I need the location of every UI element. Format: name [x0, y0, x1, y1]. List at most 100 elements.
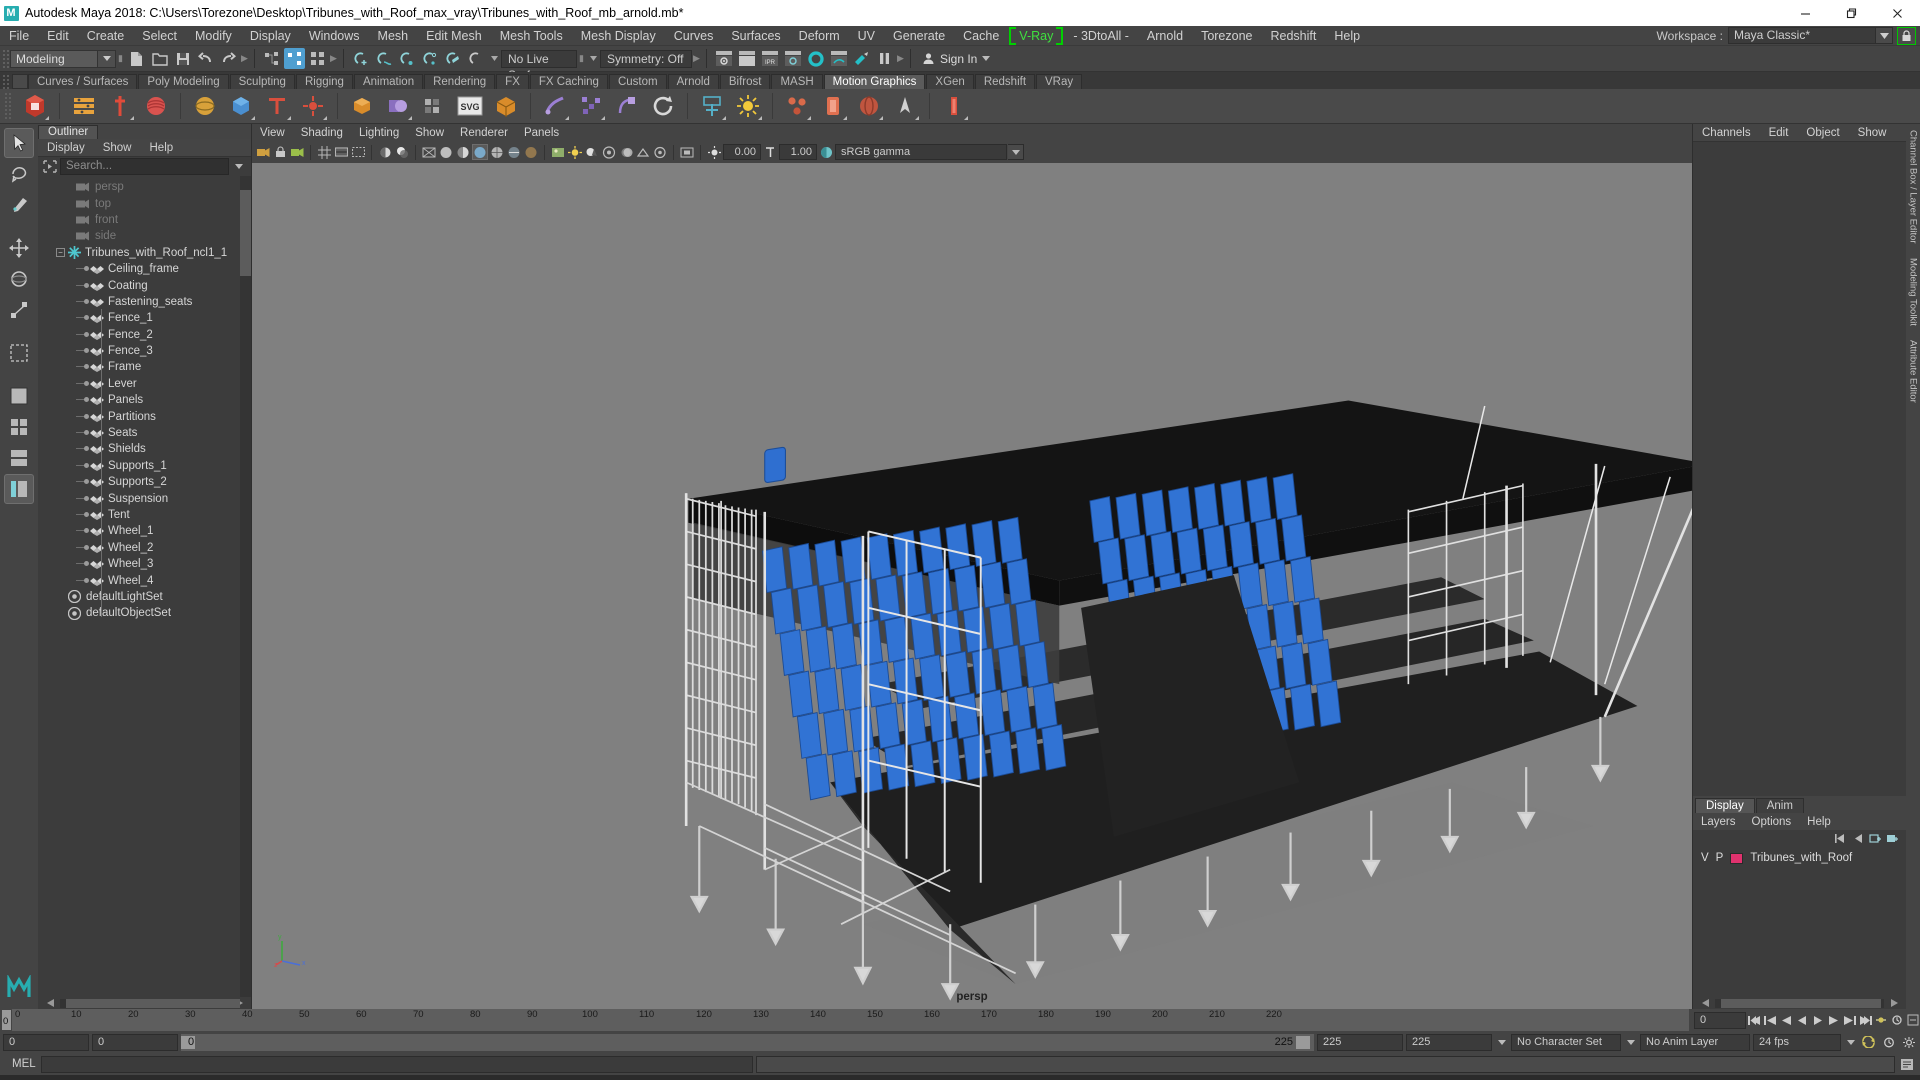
- tab-edit[interactable]: Edit: [1760, 127, 1798, 139]
- menuset-select[interactable]: Modeling: [10, 49, 98, 68]
- rendering-flags-icon[interactable]: [851, 48, 872, 69]
- boolean-icon[interactable]: [382, 90, 414, 122]
- shelf-tab-poly-modeling[interactable]: Poly Modeling: [138, 74, 229, 89]
- layer-scroll-track[interactable]: [1715, 998, 1884, 1008]
- outliner-layout-icon[interactable]: [4, 474, 34, 504]
- xray-joints-icon[interactable]: [523, 144, 539, 160]
- auto-keyframe-icon[interactable]: [1874, 1012, 1888, 1029]
- outliner-search-chevron-icon[interactable]: [229, 158, 249, 175]
- menu-mesh[interactable]: Mesh: [369, 26, 418, 46]
- two-pane-layout-icon[interactable]: [4, 443, 34, 473]
- menu-select[interactable]: Select: [133, 26, 186, 46]
- vtab-attribute-editor[interactable]: Attribute Editor: [1908, 340, 1919, 403]
- menu-mesh-display[interactable]: Mesh Display: [572, 26, 665, 46]
- texture-display-icon[interactable]: [550, 144, 566, 160]
- tab-channels[interactable]: Channels: [1693, 127, 1760, 139]
- mash-cube-icon[interactable]: [225, 90, 257, 122]
- toolbar-grip[interactable]: [2, 48, 10, 69]
- light-icon[interactable]: [732, 90, 764, 122]
- first-layer-icon[interactable]: [1834, 832, 1847, 845]
- color-management-chevron-down-icon[interactable]: [1008, 144, 1024, 160]
- new-layer-icon[interactable]: [1868, 832, 1881, 845]
- outliner-tab[interactable]: Outliner: [38, 125, 99, 139]
- outliner-search-input[interactable]: Search...: [60, 158, 229, 175]
- outliner-item-supports-1[interactable]: Supports_1: [38, 458, 251, 474]
- shadow-maps-icon[interactable]: [584, 144, 600, 160]
- gamma-value-field[interactable]: 1.00: [779, 144, 817, 160]
- wireframe-shading-icon[interactable]: [421, 144, 437, 160]
- shaded-display-icon[interactable]: [472, 144, 488, 160]
- menuset-chevron-down-icon[interactable]: [98, 49, 116, 68]
- mash-network-icon[interactable]: [19, 90, 51, 122]
- snap-to-projected-center-icon[interactable]: [419, 48, 440, 69]
- outliner-item-partitions[interactable]: Partitions: [38, 408, 251, 424]
- outliner-item-shields[interactable]: Shields: [38, 441, 251, 457]
- shelf-tab-motion-graphics[interactable]: Motion Graphics: [823, 74, 926, 89]
- range-slider-bar[interactable]: 0 225: [181, 1033, 1314, 1051]
- range-start-field[interactable]: 0: [92, 1033, 178, 1051]
- multisample-aa-icon[interactable]: [635, 144, 651, 160]
- menu-create[interactable]: Create: [78, 26, 134, 46]
- outliner-menu-help[interactable]: Help: [141, 142, 183, 154]
- outliner-item-coating[interactable]: Coating: [38, 277, 251, 293]
- shelf-tab-rendering[interactable]: Rendering: [424, 74, 496, 89]
- mash-dynamics-icon[interactable]: [140, 90, 172, 122]
- camera-attributes-icon[interactable]: [289, 144, 305, 160]
- mash-editor-icon[interactable]: [68, 90, 100, 122]
- mash-merge-icon[interactable]: [938, 90, 970, 122]
- snap-to-view-planes-icon[interactable]: [442, 48, 463, 69]
- outliner-item-fastening-seats[interactable]: Fastening_seats: [38, 294, 251, 310]
- outliner-item-frame[interactable]: Frame: [38, 359, 251, 375]
- time-slider-menu-icon[interactable]: [1906, 1012, 1920, 1029]
- type-mesh-icon[interactable]: [490, 90, 522, 122]
- type-extrude-icon[interactable]: [418, 90, 450, 122]
- menu-deform[interactable]: Deform: [790, 26, 849, 46]
- move-tool-icon[interactable]: [4, 233, 34, 263]
- lock-icon[interactable]: [1897, 26, 1916, 45]
- shelf-tab-fx[interactable]: FX: [496, 74, 529, 89]
- show-manipulator-tool-icon[interactable]: [4, 338, 34, 368]
- motion-trail-icon[interactable]: [539, 90, 571, 122]
- motion-cycle-icon[interactable]: [647, 90, 679, 122]
- outliner-item-supports-2[interactable]: Supports_2: [38, 474, 251, 490]
- lock-camera-icon[interactable]: [272, 144, 288, 160]
- new-scene-icon[interactable]: [126, 48, 147, 69]
- layer-visibility-toggle[interactable]: V: [1701, 852, 1709, 864]
- render-current-frame-icon[interactable]: [713, 48, 734, 69]
- lasso-tool-icon[interactable]: [4, 159, 34, 189]
- chevron-down-icon[interactable]: [1876, 27, 1893, 44]
- step-forward-frame-icon[interactable]: [1827, 1012, 1841, 1029]
- menu-cache[interactable]: Cache: [954, 26, 1008, 46]
- shelf-tab-vray[interactable]: VRay: [1036, 74, 1083, 89]
- smooth-shade-all-icon[interactable]: [438, 144, 454, 160]
- outliner-item-wheel-4[interactable]: Wheel_4: [38, 572, 251, 588]
- outliner-item-fence-1[interactable]: Fence_1: [38, 310, 251, 326]
- outliner-item-top[interactable]: top: [38, 195, 251, 211]
- save-scene-icon[interactable]: [172, 48, 193, 69]
- menu-file[interactable]: File: [0, 26, 38, 46]
- layer-color-swatch[interactable]: [1730, 852, 1744, 864]
- viewport-menu-panels[interactable]: Panels: [516, 127, 567, 139]
- menu-uv[interactable]: UV: [849, 26, 884, 46]
- shelf-tab-arnold[interactable]: Arnold: [667, 74, 719, 89]
- shadows-icon[interactable]: [394, 144, 410, 160]
- shelf-icons-grip[interactable]: [4, 92, 13, 120]
- go-to-start-icon[interactable]: [1748, 1012, 1762, 1029]
- menu-edit[interactable]: Edit: [38, 26, 78, 46]
- shelf-tab-xgen[interactable]: XGen: [926, 74, 974, 89]
- layer-playback-toggle[interactable]: P: [1716, 852, 1724, 864]
- outliner-item-seats[interactable]: Seats: [38, 425, 251, 441]
- outliner-menu-show[interactable]: Show: [94, 142, 141, 154]
- outliner-item-ceiling-frame[interactable]: Ceiling_frame: [38, 261, 251, 277]
- close-button[interactable]: [1874, 0, 1920, 26]
- search-filter-icon[interactable]: [40, 158, 60, 175]
- workspace-select[interactable]: Maya Classic*: [1728, 27, 1876, 44]
- mash-curve-icon[interactable]: [297, 90, 329, 122]
- layer-horizontal-scrollbar[interactable]: [1693, 997, 1906, 1009]
- outliner-item-wheel-2[interactable]: Wheel_2: [38, 540, 251, 556]
- film-gate-icon[interactable]: [333, 144, 349, 160]
- layer-menu-options[interactable]: Options: [1744, 816, 1800, 828]
- 3d-viewport[interactable]: y x z persp: [252, 163, 1692, 1009]
- ipr-render-icon[interactable]: IPR: [759, 48, 780, 69]
- layer-scroll-thumb[interactable]: [1721, 998, 1881, 1008]
